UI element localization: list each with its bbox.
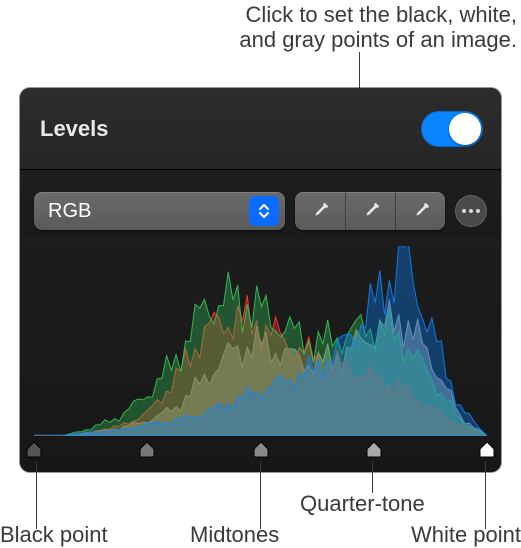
eyedropper-group: [295, 192, 445, 230]
handle-midtones[interactable]: [252, 442, 270, 458]
histogram: [34, 246, 487, 436]
white-point-eyedropper[interactable]: [395, 192, 445, 230]
toggle-knob: [449, 113, 481, 145]
histogram-area: [20, 238, 501, 472]
leader-black-point: [36, 461, 37, 529]
channel-select[interactable]: RGB: [34, 192, 285, 230]
label-black-point: Black point: [0, 522, 108, 548]
more-button[interactable]: [455, 195, 487, 227]
label-white-point: White point: [411, 522, 521, 548]
leader-white-point: [485, 461, 486, 529]
black-point-eyedropper[interactable]: [295, 192, 345, 230]
panel-header: Levels: [20, 88, 501, 170]
levels-toggle[interactable]: [421, 111, 483, 147]
handle-white-point[interactable]: [478, 442, 496, 458]
handle-quarter-tone[interactable]: [365, 442, 383, 458]
controls-row: RGB: [20, 170, 501, 238]
gray-point-eyedropper[interactable]: [345, 192, 395, 230]
levels-slider-track[interactable]: [34, 438, 487, 458]
eyedropper-icon: [360, 200, 382, 222]
chevron-up-down-icon: [249, 196, 279, 226]
leader-quarter-tone: [372, 461, 373, 493]
handle-black-point[interactable]: [25, 442, 43, 458]
panel-title: Levels: [40, 116, 109, 142]
channel-select-label: RGB: [48, 200, 249, 223]
callout-eyedroppers: Click to set the black, white, and gray …: [239, 2, 517, 53]
levels-panel: Levels RGB: [20, 88, 501, 472]
leader-midtones: [260, 461, 261, 529]
eyedropper-icon: [410, 200, 432, 222]
label-quarter-tone: Quarter-tone: [300, 491, 425, 517]
eyedropper-icon: [309, 200, 331, 222]
label-midtones: Midtones: [190, 522, 279, 548]
handle-three-quarter-tone[interactable]: [138, 442, 156, 458]
ellipsis-icon: [462, 209, 480, 213]
